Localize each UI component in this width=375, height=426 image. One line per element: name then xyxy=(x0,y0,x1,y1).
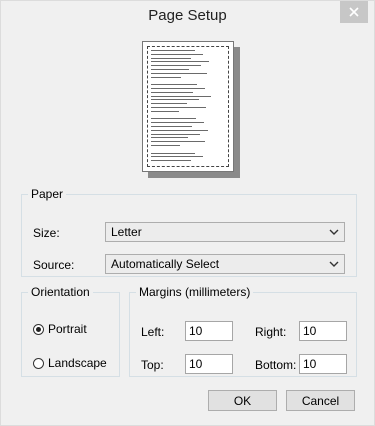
page-preview-sheet xyxy=(142,41,234,172)
chevron-down-icon xyxy=(329,261,339,267)
bottom-margin-value: 10 xyxy=(303,357,317,371)
preview-text-line xyxy=(151,160,191,162)
portrait-label: Portrait xyxy=(48,322,87,336)
chevron-down-icon xyxy=(329,229,339,235)
preview-text-line xyxy=(151,118,196,120)
preview-text-line xyxy=(151,122,204,124)
orientation-group-label: Orientation xyxy=(31,285,90,299)
source-select-value: Automatically Select xyxy=(111,257,220,271)
margins-group: Margins (millimeters) Left: 10 Right: 10… xyxy=(129,285,357,377)
landscape-radio[interactable]: Landscape xyxy=(33,356,107,370)
bottom-margin-label: Bottom: xyxy=(255,358,297,372)
page-setup-dialog: Page Setup Paper Size: Letter Source: Au… xyxy=(0,0,375,426)
preview-text-line xyxy=(151,107,206,108)
preview-text-line xyxy=(151,110,179,112)
right-margin-value: 10 xyxy=(303,324,317,338)
right-margin-input[interactable]: 10 xyxy=(299,321,347,341)
portrait-radio[interactable]: Portrait xyxy=(33,322,87,336)
source-label: Source: xyxy=(33,258,75,272)
preview-text-line xyxy=(151,88,205,89)
top-margin-input[interactable]: 10 xyxy=(185,354,233,374)
title-bar[interactable]: Page Setup xyxy=(1,1,374,31)
preview-text-line xyxy=(151,57,191,59)
preview-text-line xyxy=(151,133,200,135)
portrait-radio-indicator[interactable] xyxy=(33,323,44,335)
preview-text-line xyxy=(151,129,208,131)
preview-text-line xyxy=(151,76,181,78)
preview-text-line xyxy=(151,69,189,70)
paper-group: Paper Size: Letter Source: Automatically… xyxy=(21,187,357,277)
preview-text-line xyxy=(151,99,199,101)
preview-text-line xyxy=(151,65,201,67)
close-icon xyxy=(349,7,359,17)
preview-text-line xyxy=(151,61,209,63)
landscape-radio-indicator[interactable] xyxy=(33,357,44,369)
size-select-value: Letter xyxy=(111,225,142,239)
preview-text-line xyxy=(151,50,195,51)
left-margin-label: Left: xyxy=(141,325,165,339)
preview-text-line xyxy=(151,152,195,154)
top-margin-label: Top: xyxy=(141,358,164,372)
ok-button[interactable]: OK xyxy=(208,390,277,411)
preview-text-line xyxy=(151,91,193,93)
size-label: Size: xyxy=(33,226,60,240)
landscape-label: Landscape xyxy=(48,356,107,370)
close-button[interactable] xyxy=(340,1,368,23)
preview-text-line xyxy=(151,137,188,139)
page-preview-margin-outline xyxy=(147,46,229,167)
top-margin-value: 10 xyxy=(189,357,203,371)
preview-text-line xyxy=(151,95,211,97)
dialog-title: Page Setup xyxy=(148,7,227,24)
preview-text-line xyxy=(151,103,187,105)
preview-text-line xyxy=(151,145,180,146)
preview-text-line xyxy=(151,72,207,74)
bottom-margin-input[interactable]: 10 xyxy=(299,354,347,374)
left-margin-input[interactable]: 10 xyxy=(185,321,233,341)
preview-text-line xyxy=(151,156,203,158)
preview-text-line xyxy=(151,84,197,86)
orientation-group: Orientation Portrait Landscape xyxy=(21,285,120,377)
left-margin-value: 10 xyxy=(189,324,203,338)
margins-group-label: Margins (millimeters) xyxy=(139,285,251,299)
preview-text-line xyxy=(151,126,192,127)
paper-group-label: Paper xyxy=(31,187,64,201)
size-select[interactable]: Letter xyxy=(105,222,345,242)
cancel-button[interactable]: Cancel xyxy=(286,390,355,411)
right-margin-label: Right: xyxy=(255,325,287,339)
source-select[interactable]: Automatically Select xyxy=(105,254,345,274)
preview-text-line xyxy=(151,53,203,55)
page-preview xyxy=(142,41,240,178)
preview-text-line xyxy=(151,141,205,143)
